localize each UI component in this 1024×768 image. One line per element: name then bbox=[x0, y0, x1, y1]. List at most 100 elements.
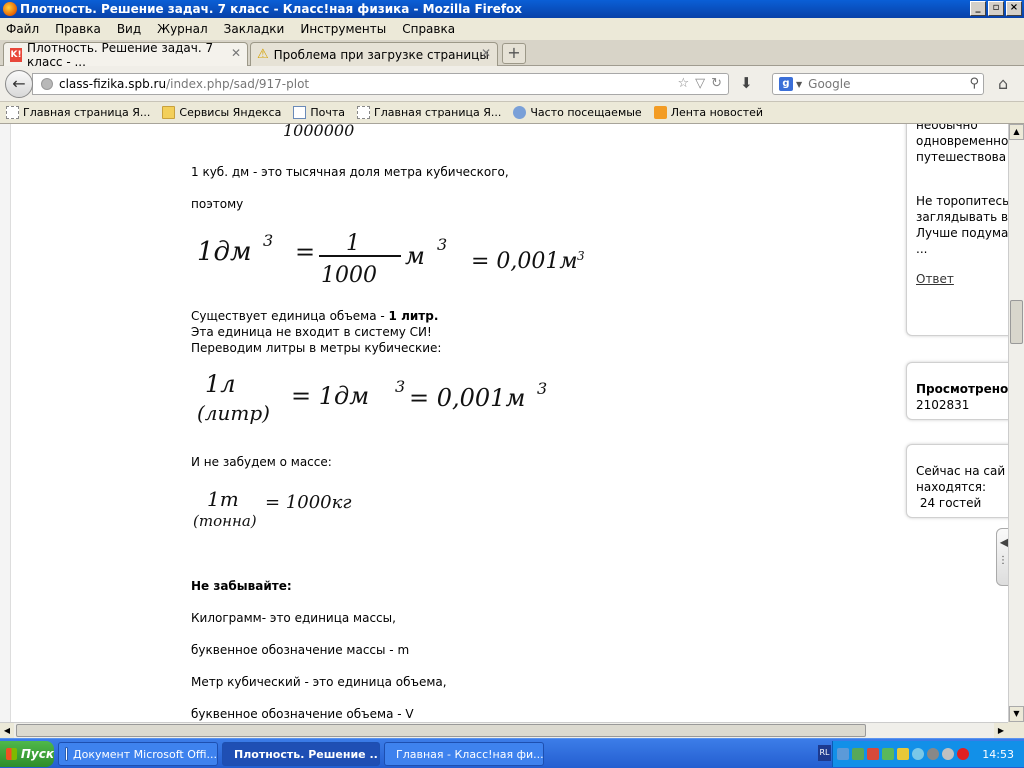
puzzle-box: необычно одновременно путешествова Не то… bbox=[906, 124, 1008, 336]
formula-exponent: 3 bbox=[537, 379, 547, 398]
window-titlebar: Плотность. Решение задач. 7 класс - Клас… bbox=[0, 0, 1024, 18]
formula-exponent: 3 bbox=[395, 377, 405, 396]
minimize-button[interactable]: _ bbox=[970, 1, 986, 16]
tray-app-icon[interactable] bbox=[867, 748, 879, 760]
menu-help[interactable]: Справка bbox=[402, 22, 455, 36]
star-icon bbox=[513, 106, 527, 119]
article-paragraph: 1 куб. дм - это тысячная доля метра куби… bbox=[191, 165, 509, 179]
formula-partial: 1000000 bbox=[191, 124, 491, 146]
taskbar-item-word[interactable]: Документ Microsoft Offi... bbox=[58, 742, 218, 766]
home-icon[interactable]: ⌂ bbox=[998, 74, 1008, 93]
download-icon[interactable]: ⬇ bbox=[740, 74, 753, 92]
bookmark-item[interactable]: Сервисы Яндекса bbox=[162, 106, 281, 119]
language-indicator[interactable]: RL bbox=[818, 745, 831, 761]
url-bar[interactable]: class-fizika.spb.ru/index.php/sad/917-pl… bbox=[32, 73, 729, 95]
formula-sub: (литр) bbox=[197, 401, 270, 425]
page-icon bbox=[6, 106, 19, 119]
tab-density[interactable]: K! Плотность. Решение задач. 7 класс - .… bbox=[3, 40, 248, 69]
menu-view[interactable]: Вид bbox=[117, 22, 141, 36]
folder-icon bbox=[162, 106, 176, 119]
menu-bar: Файл Правка Вид Журнал Закладки Инструме… bbox=[0, 18, 1024, 40]
menu-edit[interactable]: Правка bbox=[55, 22, 101, 36]
google-icon: g bbox=[779, 77, 793, 91]
answer-link[interactable]: Ответ bbox=[916, 272, 954, 286]
windows-logo-icon bbox=[6, 748, 17, 760]
article-paragraph: поэтому bbox=[191, 197, 244, 211]
warning-icon: ⚠ bbox=[257, 47, 269, 62]
online-users-box: Сейчас на сай находятся: 24 гостей bbox=[906, 444, 1008, 518]
taskbar-item-firefox[interactable]: Главная - Класс!ная фи... bbox=[384, 742, 544, 766]
formula-lhs: 1л bbox=[205, 370, 236, 398]
menu-tools[interactable]: Инструменты bbox=[300, 22, 386, 36]
maximize-button[interactable]: ▫ bbox=[988, 1, 1004, 16]
start-button[interactable]: Пуск bbox=[0, 741, 54, 767]
windows-taskbar: Пуск Документ Microsoft Offi... Плотност… bbox=[0, 738, 1024, 768]
menu-file[interactable]: Файл bbox=[6, 22, 39, 36]
article-paragraph: Метр кубический - это единица объема, bbox=[191, 675, 447, 689]
formula-lhs: 1дм bbox=[197, 237, 252, 267]
formula-equals: = bbox=[295, 238, 315, 266]
bookmark-item[interactable]: Главная страница Я... bbox=[6, 106, 150, 119]
bookmark-item[interactable]: Лента новостей bbox=[653, 106, 763, 119]
dropdown-arrow-icon[interactable]: ▽ bbox=[695, 76, 705, 91]
article-paragraph: Килограмм- это единица массы, bbox=[191, 611, 396, 625]
formula-mid: = 1дм bbox=[291, 382, 369, 410]
search-placeholder: Google bbox=[808, 77, 851, 91]
scroll-up-icon[interactable]: ▲ bbox=[1009, 124, 1024, 140]
menu-bookmarks[interactable]: Закладки bbox=[224, 22, 285, 36]
back-button[interactable]: ← bbox=[5, 70, 33, 98]
formula-partial-text: 1000000 bbox=[283, 124, 354, 140]
views-counter-box: Просмотрено 2102831 bbox=[906, 362, 1008, 420]
new-tab-button[interactable]: + bbox=[502, 43, 526, 64]
search-box[interactable]: g ▼ Google ⚲ bbox=[772, 73, 984, 95]
formula-lhs: 1т bbox=[207, 487, 239, 511]
close-button[interactable]: × bbox=[1006, 1, 1022, 16]
tray-app-icon[interactable] bbox=[882, 748, 894, 760]
formula-cubic-dm: 1дм 3 = 1 1000 м 3 = 0,001м 3 bbox=[191, 224, 611, 298]
url-host: class-fizika.spb.ru bbox=[59, 77, 167, 91]
tab-load-problem[interactable]: ⚠ Проблема при загрузке страницы ✕ bbox=[250, 42, 498, 66]
bookmarks-toolbar: Главная страница Я... Сервисы Яндекса По… bbox=[0, 102, 1024, 124]
formula-ton: 1т (тонна) = 1000кг bbox=[191, 484, 411, 538]
reload-icon[interactable]: ↻ bbox=[711, 76, 722, 91]
article-paragraph: буквенное обозначение массы - m bbox=[191, 643, 410, 657]
vertical-scroll-thumb[interactable] bbox=[1010, 300, 1023, 344]
navigation-bar: class-fizika.spb.ru/index.php/sad/917-pl… bbox=[0, 66, 1024, 102]
scroll-down-icon[interactable]: ▼ bbox=[1009, 706, 1024, 722]
article-paragraph: буквенное обозначение объема - V bbox=[191, 707, 414, 721]
tray-app-icon[interactable] bbox=[897, 748, 909, 760]
menu-history[interactable]: Журнал bbox=[157, 22, 208, 36]
horizontal-scroll-thumb[interactable] bbox=[16, 724, 866, 737]
left-gutter bbox=[0, 124, 11, 722]
tab-close-icon[interactable]: ✕ bbox=[481, 46, 491, 60]
search-icon[interactable]: ⚲ bbox=[969, 76, 979, 91]
tray-app-icon[interactable] bbox=[927, 748, 939, 760]
bookmark-star-icon[interactable]: ☆ bbox=[677, 76, 689, 91]
clock: 14:53 bbox=[982, 747, 1014, 761]
formula-exponent: 3 bbox=[577, 249, 585, 263]
formula-unit: м bbox=[405, 242, 425, 270]
bookmark-item[interactable]: Часто посещаемые bbox=[513, 106, 642, 119]
chevron-down-icon[interactable]: ▼ bbox=[796, 80, 802, 89]
taskbar-item-firefox-active[interactable]: Плотность. Решение ... bbox=[222, 742, 380, 766]
formula-denominator: 1000 bbox=[321, 263, 377, 288]
rss-icon bbox=[653, 106, 667, 119]
vertical-scrollbar[interactable]: ▲ ▼ bbox=[1008, 124, 1024, 722]
blocked-icon[interactable] bbox=[957, 748, 969, 760]
tray-app-icon[interactable] bbox=[852, 748, 864, 760]
tab-label: Проблема при загрузке страницы bbox=[273, 47, 489, 62]
word-icon bbox=[65, 747, 69, 761]
tray-app-icon[interactable] bbox=[912, 748, 924, 760]
scroll-left-icon[interactable]: ◀ bbox=[0, 723, 14, 738]
window-title: Плотность. Решение задач. 7 класс - Клас… bbox=[20, 2, 523, 16]
network-icon[interactable] bbox=[837, 748, 849, 760]
horizontal-scrollbar[interactable]: ◀ ▶ bbox=[0, 722, 1008, 738]
scroll-right-icon[interactable]: ▶ bbox=[994, 723, 1008, 738]
bookmark-item[interactable]: Главная страница Я... bbox=[356, 106, 501, 119]
tray-app-icon[interactable] bbox=[942, 748, 954, 760]
page-viewport: 1000000 1 куб. дм - это тысячная доля ме… bbox=[0, 124, 1008, 722]
bookmark-item[interactable]: Почта bbox=[293, 106, 345, 119]
formula-numerator: 1 bbox=[346, 231, 360, 256]
tab-close-icon[interactable]: ✕ bbox=[231, 46, 241, 60]
tab-label: Плотность. Решение задач. 7 класс - ... bbox=[27, 40, 214, 69]
